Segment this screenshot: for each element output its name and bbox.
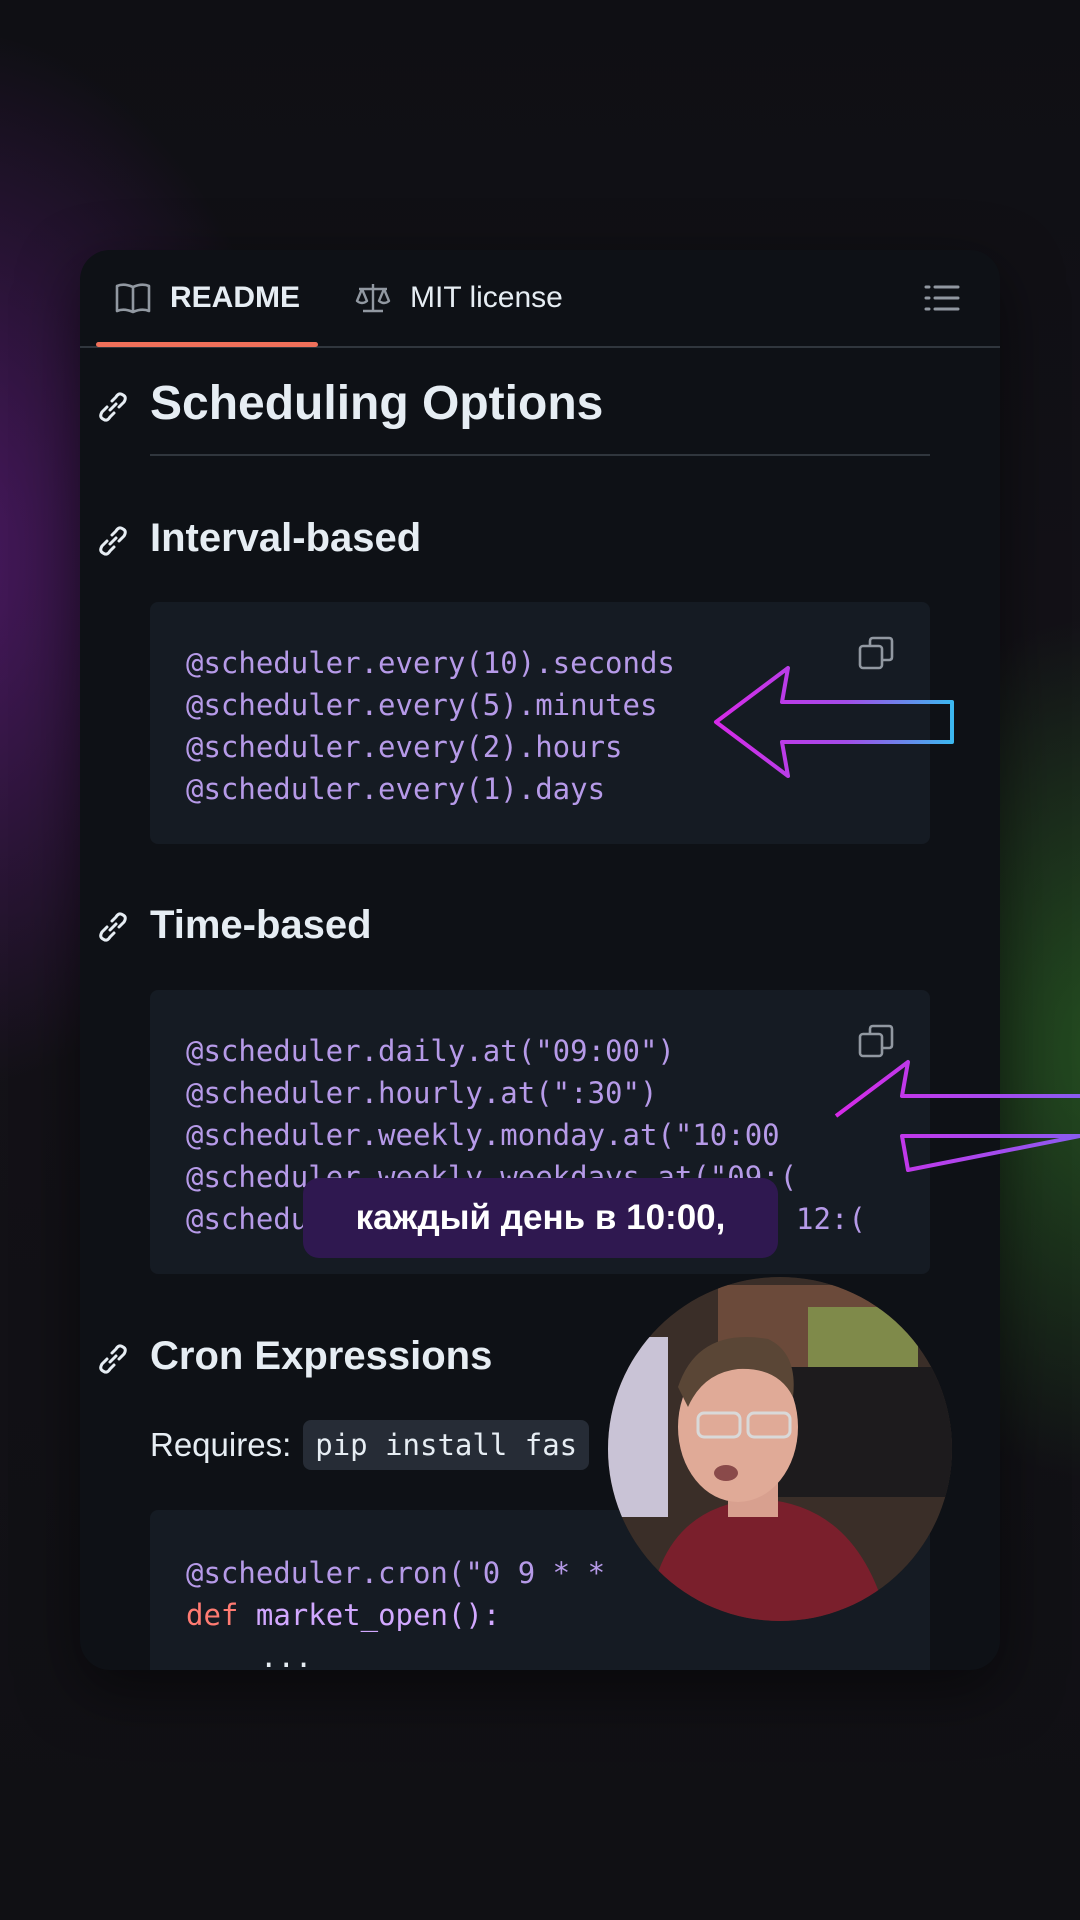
active-tab-indicator bbox=[96, 342, 318, 347]
tab-license[interactable]: MIT license bbox=[354, 250, 563, 346]
code-line: @scheduler.every(10).seconds bbox=[186, 646, 675, 680]
code-line: @scheduler.cron("0 9 * * bbox=[186, 1556, 623, 1590]
tab-readme[interactable]: README bbox=[114, 250, 300, 346]
code-line: @scheduler.every(2).hours bbox=[186, 730, 623, 764]
link-icon[interactable] bbox=[96, 1342, 130, 1376]
code-line-fragment: 12:( bbox=[796, 1202, 866, 1236]
install-command: pip install fas bbox=[303, 1420, 590, 1470]
presenter-illustration bbox=[608, 1277, 952, 1621]
code-line: @scheduler.hourly.at(":30") bbox=[186, 1076, 658, 1110]
page-title: Scheduling Options bbox=[150, 377, 604, 430]
copy-icon[interactable] bbox=[856, 1022, 896, 1062]
interval-heading: Interval-based bbox=[150, 516, 422, 560]
arrow-left-icon bbox=[834, 1060, 1080, 1172]
link-icon[interactable] bbox=[96, 524, 130, 558]
arrow-left-icon bbox=[714, 666, 954, 778]
code-line: @scheduler.daily.at("09:00") bbox=[186, 1034, 675, 1068]
requires-label: Requires: bbox=[150, 1426, 292, 1463]
tab-readme-label: README bbox=[170, 281, 301, 314]
cron-heading: Cron Expressions bbox=[150, 1334, 493, 1378]
title-divider bbox=[150, 454, 930, 456]
requires-line: Requires: pip install fas bbox=[150, 1420, 590, 1470]
link-icon[interactable] bbox=[96, 390, 130, 424]
subtitle-caption: каждый день в 10:00, bbox=[303, 1178, 778, 1258]
link-icon[interactable] bbox=[96, 910, 130, 944]
code-line: ... bbox=[260, 1640, 313, 1670]
tab-license-label: MIT license bbox=[410, 281, 563, 314]
code-line: def market_open(): bbox=[186, 1598, 501, 1632]
code-line: @scheduler.every(5).minutes bbox=[186, 688, 658, 722]
code-line: @schedu bbox=[186, 1202, 309, 1236]
list-icon[interactable] bbox=[922, 278, 962, 318]
code-line: @scheduler.every(1).days bbox=[186, 772, 606, 806]
tab-bar: README MIT license bbox=[80, 250, 1000, 348]
time-heading: Time-based bbox=[150, 903, 372, 947]
book-icon bbox=[115, 283, 151, 314]
scale-icon bbox=[355, 284, 391, 313]
code-line: @scheduler.weekly.monday.at("10:00 bbox=[186, 1118, 780, 1152]
presenter-video-avatar bbox=[608, 1277, 952, 1621]
